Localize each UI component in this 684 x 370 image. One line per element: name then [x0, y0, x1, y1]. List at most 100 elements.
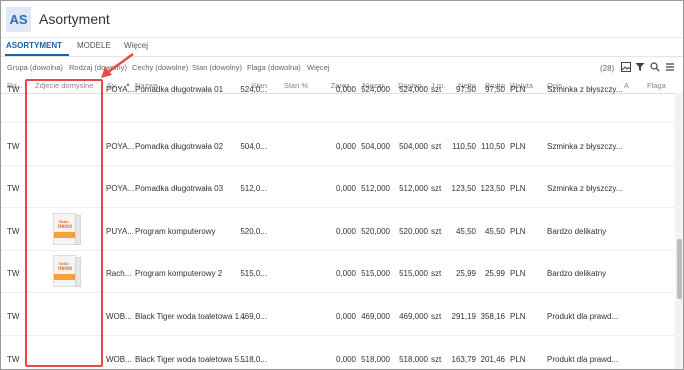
cell-waluta: PLN [510, 85, 526, 94]
scrollbar-thumb[interactable] [677, 239, 682, 299]
cell-dostepne: 469,000 [399, 312, 428, 321]
cell-stan: 504,0... [240, 141, 267, 151]
record-count: (28) [600, 64, 615, 73]
tab-wiecej[interactable]: Więcej [124, 41, 148, 50]
cell-rodzaj: TW [7, 226, 20, 236]
cell-rodzaj: TW [7, 85, 20, 94]
cell-nazwa: Pomadka długotrwała 03 [135, 184, 224, 194]
cell-zarezerwowane: 0,000 [335, 354, 356, 364]
cell-niezarezerwowane: 520,000 [361, 226, 390, 236]
cell-nazwa: Pomadka długotrwała 01 [135, 85, 224, 94]
cell-nazwa: Black Tiger woda toaletowa 1... [135, 312, 246, 321]
cell-brutto: 45,50 [484, 226, 505, 236]
cell-nazwa: Pomadka długotrwała 02 [135, 141, 224, 151]
cell-netto: 123,50 [451, 184, 476, 194]
cell-rodzaj: TW [7, 141, 20, 151]
cell-dostepne: 518,000 [399, 354, 428, 364]
cell-netto: 110,50 [452, 141, 476, 151]
cell-brutto: 97,50 [484, 85, 505, 94]
search-icon[interactable] [649, 62, 661, 74]
cell-rodzaj: TW [7, 269, 20, 279]
cell-zarezerwowane: 0,000 [335, 85, 356, 94]
cell-zarezerwowane: 0,000 [335, 226, 356, 236]
filter-icon[interactable] [634, 62, 646, 74]
cell-jm: szt [431, 184, 442, 194]
cell-opis: Bardzo delikatny [547, 226, 607, 236]
page-title: Asortyment [39, 11, 110, 27]
cell-brutto: 25,99 [484, 269, 505, 279]
filter-flaga[interactable]: Flaga (dowolna) [247, 63, 301, 72]
cell-niezarezerwowane: 524,000 [361, 85, 390, 94]
cell-rodzaj: TW [7, 312, 20, 321]
cell-niezarezerwowane: 469,000 [361, 312, 390, 321]
cell-waluta: PLN [510, 269, 526, 279]
filter-grupa[interactable]: Grupa (dowolna) [7, 63, 63, 72]
cell-netto: 97,50 [455, 85, 476, 94]
cell-stan: 512,0... [240, 184, 267, 194]
cell-jm: szt [431, 85, 442, 94]
cell-dostepne: 515,000 [399, 269, 428, 279]
column-highlight-box [25, 79, 103, 367]
cell-stan: 469,0... [240, 312, 267, 321]
cell-brutto: 358,16 [480, 312, 505, 321]
cell-zarezerwowane: 0,000 [335, 269, 356, 279]
cell-symbol: Rach... [106, 269, 132, 279]
cell-opis: Produkt dla prawd... [547, 312, 619, 321]
menu-icon[interactable] [664, 62, 676, 74]
cell-netto: 163,79 [451, 354, 476, 364]
app-logo: AS [6, 7, 31, 32]
cell-opis: Szminka z błyszczy... [547, 184, 623, 194]
cell-rodzaj: TW [7, 184, 20, 194]
cell-stan: 518,0... [240, 354, 267, 364]
cell-jm: szt [431, 354, 442, 364]
cell-stan: 515,0... [240, 269, 267, 279]
picture-icon[interactable] [620, 62, 632, 74]
cell-netto: 25,99 [455, 269, 476, 279]
cell-zarezerwowane: 0,000 [335, 184, 356, 194]
cell-waluta: PLN [510, 226, 526, 236]
cell-netto: 291,19 [451, 312, 476, 321]
cell-symbol: PUYA... [106, 226, 134, 236]
filter-stan[interactable]: Stan (dowolny) [192, 63, 242, 72]
cell-rodzaj: TW [7, 354, 20, 364]
active-tab-indicator [5, 54, 69, 56]
cell-symbol: POYA... [106, 184, 135, 194]
cell-netto: 45,50 [455, 226, 476, 236]
cell-niezarezerwowane: 512,000 [361, 184, 390, 194]
cell-symbol: WOB... [106, 312, 132, 321]
cell-waluta: PLN [510, 184, 526, 194]
annotation-arrow-icon [101, 53, 134, 78]
cell-waluta: PLN [510, 312, 526, 321]
cell-brutto: 201,46 [480, 354, 505, 364]
cell-symbol: POYA... [106, 141, 135, 151]
app-window: AS Asortyment ASORTYMENT MODELE Więcej G… [0, 0, 684, 370]
cell-nazwa: Program komputerowy [135, 226, 216, 236]
cell-stan: 520,0... [240, 226, 267, 236]
cell-dostepne: 504,000 [399, 141, 428, 151]
cell-brutto: 123,50 [480, 184, 505, 194]
tab-modele[interactable]: MODELE [77, 41, 111, 50]
cell-zarezerwowane: 0,000 [335, 141, 356, 151]
cell-stan: 524,0... [240, 85, 267, 94]
cell-dostepne: 524,000 [399, 85, 428, 94]
cell-opis: Szminka z błyszczy... [547, 85, 623, 94]
cell-dostepne: 520,000 [399, 226, 428, 236]
filter-cechy[interactable]: Cechy (dowolne) [132, 63, 188, 72]
tab-asortyment[interactable]: ASORTYMENT [6, 41, 62, 50]
app-header: AS Asortyment [1, 1, 683, 38]
cell-jm: szt [431, 312, 442, 321]
cell-nazwa: Black Tiger woda toaletowa 5... [135, 354, 246, 364]
filter-wiecej[interactable]: Więcej [307, 63, 330, 72]
cell-nazwa: Program komputerowy 2 [135, 269, 223, 279]
cell-jm: szt [431, 269, 442, 279]
cell-brutto: 110,50 [481, 141, 505, 151]
cell-symbol: POYA... [106, 85, 135, 94]
cell-jm: szt [431, 226, 442, 236]
cell-opis: Szminka z błyszczy... [547, 141, 623, 151]
scrollbar-track[interactable] [675, 93, 683, 369]
cell-opis: Bardzo delikatny [547, 269, 607, 279]
cell-waluta: PLN [510, 141, 526, 151]
cell-jm: szt [431, 141, 442, 151]
cell-zarezerwowane: 0,000 [335, 312, 356, 321]
cell-waluta: PLN [510, 354, 526, 364]
